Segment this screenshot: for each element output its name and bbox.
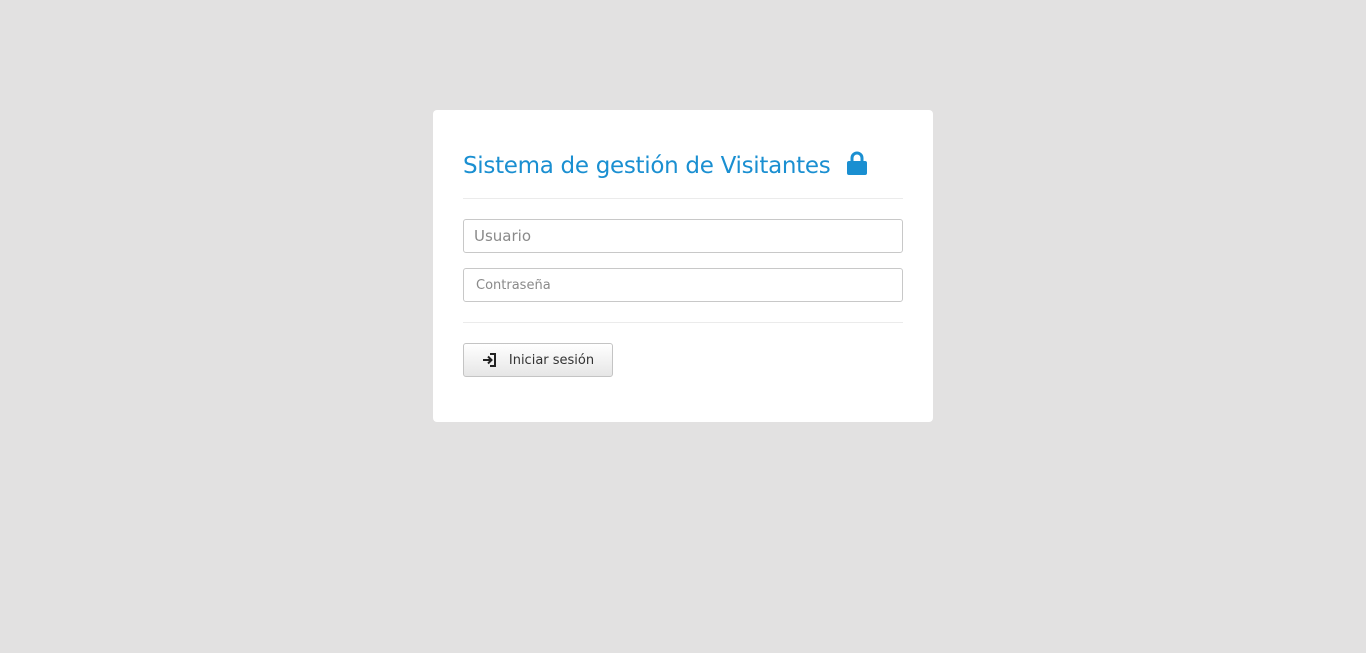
form-divider [463, 322, 903, 323]
username-input[interactable] [463, 219, 903, 253]
login-button[interactable]: Iniciar sesión [463, 343, 613, 377]
page-title: Sistema de gestión de Visitantes [463, 153, 831, 179]
password-input[interactable] [463, 268, 903, 302]
lock-icon [846, 151, 868, 177]
login-card: Sistema de gestión de Visitantes Iniciar… [433, 110, 933, 422]
sign-in-icon [482, 352, 498, 368]
login-button-label: Iniciar sesión [508, 352, 595, 368]
title-row: Sistema de gestión de Visitantes [463, 146, 868, 186]
header-divider [463, 198, 903, 199]
